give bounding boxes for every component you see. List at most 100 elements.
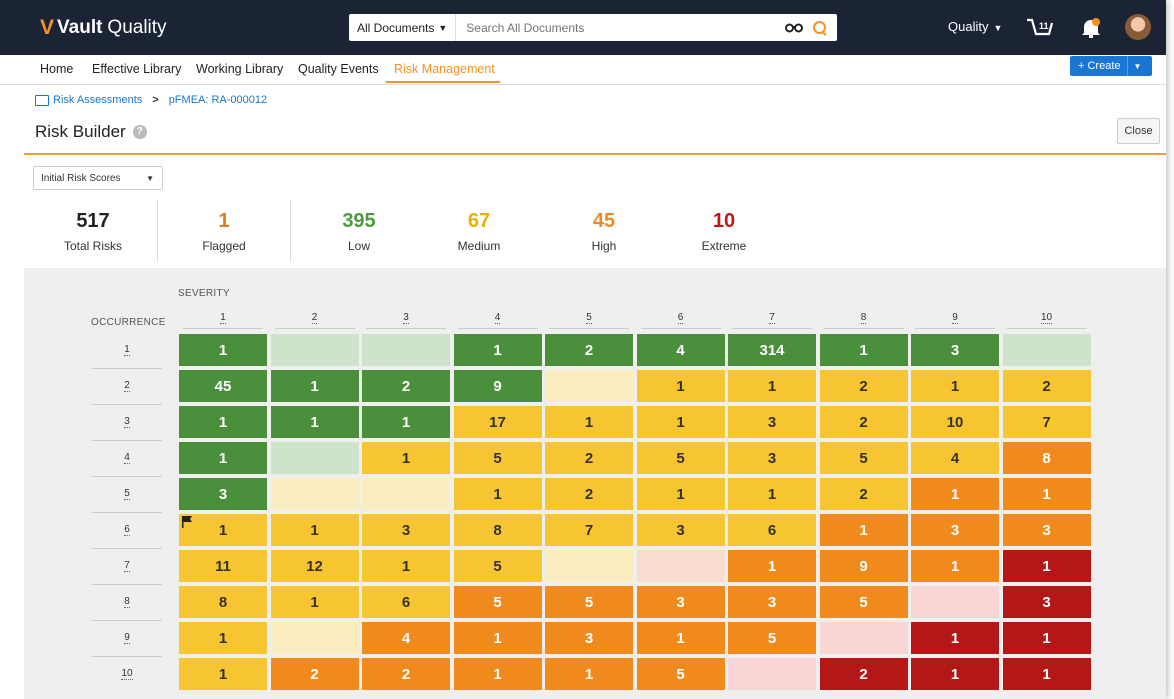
risk-cell-o10-s8[interactable]: 2	[819, 658, 908, 690]
stat-flagged[interactable]: 1 Flagged	[184, 210, 264, 253]
risk-cell-o6-s2[interactable]: 1	[270, 514, 359, 546]
risk-cell-o9-s3[interactable]: 4	[362, 622, 450, 654]
risk-cell-o5-s10[interactable]: 1	[1002, 478, 1091, 510]
risk-cell-o9-s5[interactable]: 3	[545, 622, 633, 654]
risk-cell-o5-s3[interactable]	[362, 478, 450, 510]
risk-cell-o4-s8[interactable]: 5	[819, 442, 908, 474]
risk-cell-o1-s7[interactable]: 314	[728, 334, 816, 366]
nav-home[interactable]: Home	[40, 62, 73, 76]
breadcrumb-current[interactable]: pFMEA: RA-000012	[169, 94, 267, 106]
risk-cell-o5-s7[interactable]: 1	[728, 478, 816, 510]
risk-cell-o8-s9[interactable]	[911, 586, 999, 618]
risk-cell-o2-s7[interactable]: 1	[728, 370, 816, 402]
risk-cell-o3-s9[interactable]: 10	[911, 406, 999, 438]
risk-cell-o8-s1[interactable]: 8	[179, 586, 267, 618]
create-dropdown-caret-icon[interactable]: ▼	[1128, 62, 1148, 71]
stat-low[interactable]: 395 Low	[319, 210, 399, 253]
occurrence-header-10[interactable]: 10	[92, 668, 162, 680]
risk-cell-o3-s8[interactable]: 2	[819, 406, 908, 438]
risk-cell-o7-s3[interactable]: 1	[362, 550, 450, 582]
risk-cell-o5-s5[interactable]: 2	[545, 478, 633, 510]
risk-cell-o5-s8[interactable]: 2	[819, 478, 908, 510]
occurrence-header-6[interactable]: 6	[92, 524, 162, 536]
risk-cell-o4-s1[interactable]: 1	[179, 442, 267, 474]
risk-cell-o3-s7[interactable]: 3	[728, 406, 816, 438]
occurrence-header-9[interactable]: 9	[92, 632, 162, 644]
severity-header-6[interactable]: 6	[637, 312, 725, 324]
risk-cell-o4-s4[interactable]: 5	[453, 442, 542, 474]
risk-cell-o2-s10[interactable]: 2	[1002, 370, 1091, 402]
risk-cell-o1-s6[interactable]: 4	[636, 334, 725, 366]
risk-cell-o9-s10[interactable]: 1	[1002, 622, 1091, 654]
severity-header-1[interactable]: 1	[179, 312, 267, 324]
app-logo[interactable]: V Vault Quality	[40, 16, 167, 40]
close-button[interactable]: Close	[1117, 118, 1160, 144]
risk-cell-o6-s5[interactable]: 7	[545, 514, 633, 546]
severity-header-3[interactable]: 3	[362, 312, 450, 324]
risk-cell-o10-s7[interactable]	[728, 658, 816, 690]
create-button[interactable]: + Create	[1070, 60, 1127, 72]
search-scope-dropdown[interactable]: All Documents ▼	[349, 14, 457, 41]
search-input[interactable]	[456, 19, 785, 36]
risk-cell-o2-s4[interactable]: 9	[453, 370, 542, 402]
risk-cell-o3-s5[interactable]: 1	[545, 406, 633, 438]
risk-cell-o5-s2[interactable]	[270, 478, 359, 510]
risk-cell-o6-s8[interactable]: 1	[819, 514, 908, 546]
risk-cell-o2-s5[interactable]	[545, 370, 633, 402]
occurrence-header-2[interactable]: 2	[92, 380, 162, 392]
nav-quality-events[interactable]: Quality Events	[298, 62, 379, 76]
stat-extreme[interactable]: 10 Extreme	[684, 210, 764, 253]
risk-cell-o3-s1[interactable]: 1	[179, 406, 267, 438]
risk-cell-o3-s6[interactable]: 1	[636, 406, 725, 438]
app-switcher-menu[interactable]: Quality ▼	[948, 19, 1002, 34]
risk-cell-o1-s10[interactable]	[1002, 334, 1091, 366]
risk-cell-o7-s6[interactable]	[636, 550, 725, 582]
risk-cell-o8-s6[interactable]: 3	[636, 586, 725, 618]
occurrence-header-5[interactable]: 5	[92, 488, 162, 500]
risk-cell-o4-s2[interactable]	[270, 442, 359, 474]
risk-cell-o8-s8[interactable]: 5	[819, 586, 908, 618]
occurrence-header-8[interactable]: 8	[92, 596, 162, 608]
nav-effective-library[interactable]: Effective Library	[92, 62, 181, 76]
risk-cell-o7-s10[interactable]: 1	[1002, 550, 1091, 582]
risk-cell-o7-s5[interactable]	[545, 550, 633, 582]
risk-cell-o2-s6[interactable]: 1	[636, 370, 725, 402]
occurrence-header-1[interactable]: 1	[92, 344, 162, 356]
risk-cell-o3-s2[interactable]: 1	[270, 406, 359, 438]
occurrence-header-3[interactable]: 3	[92, 416, 162, 428]
risk-cell-o6-s10[interactable]: 3	[1002, 514, 1091, 546]
risk-cell-o6-s1[interactable]: 1	[179, 514, 267, 546]
risk-cell-o4-s6[interactable]: 5	[636, 442, 725, 474]
risk-cell-o2-s2[interactable]: 1	[270, 370, 359, 402]
risk-cell-o9-s1[interactable]: 1	[179, 622, 267, 654]
severity-header-10[interactable]: 10	[1003, 312, 1091, 324]
risk-cell-o8-s5[interactable]: 5	[545, 586, 633, 618]
risk-cell-o2-s3[interactable]: 2	[362, 370, 450, 402]
risk-cell-o5-s9[interactable]: 1	[911, 478, 999, 510]
risk-cell-o2-s1[interactable]: 45	[179, 370, 267, 402]
risk-cell-o1-s2[interactable]	[270, 334, 359, 366]
risk-cell-o9-s6[interactable]: 1	[636, 622, 725, 654]
nav-risk-management[interactable]: Risk Management	[394, 62, 495, 76]
risk-cell-o10-s10[interactable]: 1	[1002, 658, 1091, 690]
breadcrumb-risk-assessments[interactable]: Risk Assessments	[53, 94, 142, 106]
risk-cell-o3-s3[interactable]: 1	[362, 406, 450, 438]
occurrence-header-7[interactable]: 7	[92, 560, 162, 572]
risk-cell-o7-s9[interactable]: 1	[911, 550, 999, 582]
risk-cell-o6-s3[interactable]: 3	[362, 514, 450, 546]
risk-cell-o1-s8[interactable]: 1	[819, 334, 908, 366]
stat-high[interactable]: 45 High	[564, 210, 644, 253]
risk-cell-o2-s9[interactable]: 1	[911, 370, 999, 402]
risk-cell-o6-s7[interactable]: 6	[728, 514, 816, 546]
binoculars-icon[interactable]	[785, 20, 803, 36]
risk-cell-o6-s4[interactable]: 8	[453, 514, 542, 546]
risk-cell-o9-s4[interactable]: 1	[453, 622, 542, 654]
risk-cell-o10-s4[interactable]: 1	[453, 658, 542, 690]
stat-medium[interactable]: 67 Medium	[439, 210, 519, 253]
risk-cell-o3-s10[interactable]: 7	[1002, 406, 1091, 438]
severity-header-5[interactable]: 5	[545, 312, 633, 324]
cart-icon[interactable]: 11	[1025, 15, 1055, 41]
risk-cell-o6-s9[interactable]: 3	[911, 514, 999, 546]
notification-bell-icon[interactable]	[1080, 17, 1102, 39]
risk-cell-o3-s4[interactable]: 17	[453, 406, 542, 438]
